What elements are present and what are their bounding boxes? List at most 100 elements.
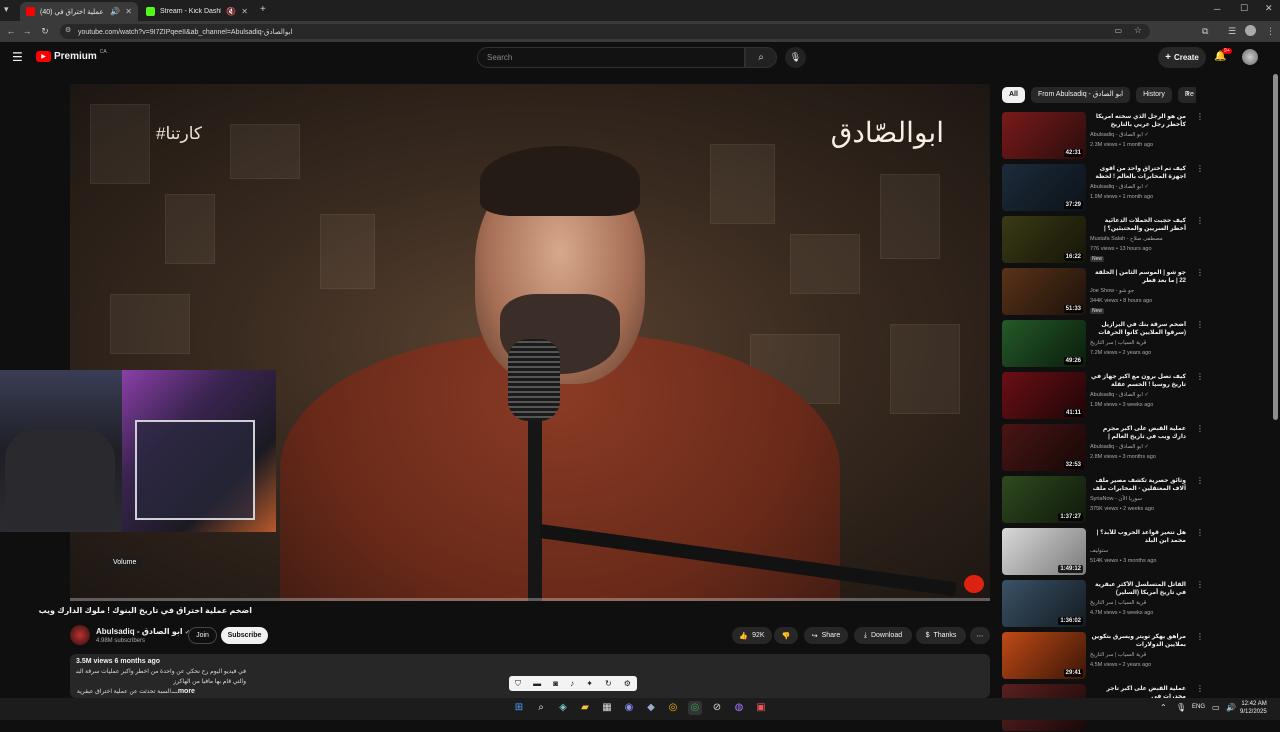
chips-next-chevron-icon[interactable]: › (1186, 88, 1189, 99)
dislike-button[interactable]: 👎 (774, 627, 798, 644)
video-thumbnail[interactable]: 42:31 (1002, 112, 1086, 159)
video-thumbnail[interactable]: 16:22 (1002, 216, 1086, 263)
maximize-window-icon[interactable]: ☐ (1240, 3, 1248, 14)
video-thumbnail[interactable]: 1:49:12 (1002, 528, 1086, 575)
search-input[interactable]: Search (477, 47, 745, 68)
folder-icon[interactable]: ▬ (533, 679, 541, 688)
more-actions-button[interactable]: ⋯ (970, 627, 990, 644)
chip-from-channel[interactable]: From Abulsadiq - ابو الصادق (1030, 87, 1131, 103)
site-info-icon[interactable]: ⚙ (65, 26, 71, 34)
more-options-icon[interactable]: ⋮ (1196, 684, 1204, 693)
steam-icon[interactable]: ◆ (644, 701, 658, 715)
show-more-link[interactable]: ...more (172, 688, 195, 695)
tab-search-icon[interactable]: ▾ (4, 4, 9, 15)
more-options-icon[interactable]: ⋮ (1196, 216, 1204, 225)
store-icon[interactable]: ▦ (600, 701, 614, 715)
bookmark-star-icon[interactable]: ☆ (1134, 25, 1142, 36)
close-window-icon[interactable]: ✕ (1265, 3, 1273, 14)
pin-icon[interactable]: ✦ (586, 679, 593, 688)
recommended-video-title[interactable]: عملية القبض على اكبر مجرم دارك ويب في تا… (1090, 425, 1186, 441)
recommended-video-title[interactable]: من هو الرجل الذي سخته امريكا كأخطر رجل ع… (1090, 113, 1186, 129)
download-button[interactable]: ⤓ Download (854, 627, 912, 644)
recommended-video[interactable]: 41:11 كيف تصل برون مع اكبر جهاز في تاريخ … (1002, 372, 1204, 420)
recommended-channel-name[interactable]: قرية السياب | سر التاريخ (1090, 652, 1146, 658)
video-thumbnail[interactable]: 51:33 (1002, 268, 1086, 315)
more-options-icon[interactable]: ⋮ (1196, 268, 1204, 277)
recommended-channel-name[interactable]: SyriaNow - سوريا الآن (1090, 496, 1142, 502)
sound-icon[interactable]: ♪ (570, 679, 574, 688)
video-thumbnail[interactable]: 29:41 (1002, 632, 1086, 679)
voice-search-button[interactable]: 🎙 (785, 47, 806, 68)
recommended-video-title[interactable]: كيف حجبت الحملات الدعائية أخطر السريين و… (1090, 217, 1186, 233)
recommended-video[interactable]: 42:31 من هو الرجل الذي سخته امريكا كأخطر … (1002, 112, 1204, 160)
profile-avatar[interactable] (1245, 25, 1256, 36)
recommended-channel-name[interactable]: Abulsadiq - ابو الصادق ✓ (1090, 184, 1149, 190)
recommended-video[interactable]: 29:41 مراهق يهكر تويتر ويسرق بتكوين بملاي… (1002, 632, 1204, 680)
recommended-video-title[interactable]: أضخم سرقة بنك في البرازيل (سرقوا الملايي… (1090, 321, 1186, 337)
more-options-icon[interactable]: ⋮ (1196, 372, 1204, 381)
refresh-icon[interactable]: ↻ (605, 679, 612, 688)
input-language[interactable]: ENG (1192, 704, 1205, 710)
shield-icon[interactable]: ⛉ (515, 679, 521, 689)
recommended-channel-name[interactable]: قرية السياب | سر التاريخ (1090, 600, 1146, 606)
more-options-icon[interactable]: ⋮ (1196, 164, 1204, 173)
search-button[interactable]: ⌕ (745, 47, 777, 68)
recommended-video-title[interactable]: كيف تصل برون مع اكبر جهاز في تاريخ روسيا… (1090, 373, 1186, 389)
recommended-channel-name[interactable]: Abulsadiq - ابو الصادق ✓ (1090, 444, 1149, 450)
recommended-video[interactable]: 51:33 جو شو | الموسم الثامن | الحلقة 22 |… (1002, 268, 1204, 316)
more-options-icon[interactable]: ⋮ (1196, 424, 1204, 433)
network-icon[interactable]: ▭ (1212, 703, 1220, 712)
browser-menu-icon[interactable]: ⋮ (1266, 26, 1275, 37)
more-options-icon[interactable]: ⋮ (1196, 320, 1204, 329)
new-tab-icon[interactable]: + (260, 4, 266, 15)
create-button[interactable]: + Create (1158, 47, 1206, 68)
recommended-video-title[interactable]: وثائق حصرية تكشف مصير ملف آلاف المعتقلين… (1090, 477, 1186, 493)
chrome-profile-icon[interactable]: ◎ (688, 701, 702, 715)
tray-mic-icon[interactable]: 🎙 (1176, 703, 1186, 712)
recommended-channel-name[interactable]: Abulsadiq - ابو الصادق ✓ (1090, 392, 1149, 398)
video-thumbnail[interactable]: 32:53 (1002, 424, 1086, 471)
more-options-icon[interactable]: ⋮ (1196, 528, 1204, 537)
account-avatar[interactable] (1242, 49, 1258, 65)
tab-close-icon[interactable]: ✕ (125, 7, 132, 16)
more-options-icon[interactable]: ⋮ (1196, 632, 1204, 641)
recommended-video-title[interactable]: كيف تم اختراق واحد من اقوى اجهزة المخابر… (1090, 165, 1186, 181)
tab-kick-dashboard[interactable]: Stream - Kick Dashboard 🔇 ✕ (140, 2, 254, 21)
recommended-channel-name[interactable]: Abulsadiq - ابو الصادق ✓ (1090, 132, 1149, 138)
channel-avatar[interactable] (70, 625, 90, 645)
chrome-icon[interactable]: ◎ (666, 701, 680, 715)
channel-watermark-icon[interactable] (964, 575, 984, 593)
chip-all[interactable]: All (1002, 87, 1025, 103)
more-options-icon[interactable]: ⋮ (1196, 476, 1204, 485)
cast-icon[interactable]: ▭ (1114, 26, 1122, 35)
thanks-button[interactable]: $ Thanks (916, 627, 966, 644)
app-tray-icon[interactable]: ▣ (754, 701, 768, 715)
volume-icon[interactable]: 🔊 (1226, 703, 1236, 712)
obs-icon[interactable]: ⊘ (710, 701, 724, 715)
video-thumbnail[interactable]: 37:29 (1002, 164, 1086, 211)
tab-audio-icon[interactable]: 🔊 (110, 7, 120, 16)
camera-icon[interactable]: ◙ (553, 679, 558, 688)
recommended-video[interactable]: 16:22 كيف حجبت الحملات الدعائية أخطر السر… (1002, 216, 1204, 264)
video-thumbnail[interactable]: 1:37:27 (1002, 476, 1086, 523)
recommended-video[interactable]: 1:36:02 القاتل المتسلسل الأكثر عبقرية في … (1002, 580, 1204, 628)
file-explorer-icon[interactable]: ▰ (578, 701, 592, 715)
taskbar-search-icon[interactable]: ⌕ (534, 701, 548, 715)
more-options-icon[interactable]: ⋮ (1196, 112, 1204, 121)
recommended-channel-name[interactable]: ستوليف (1090, 548, 1108, 554)
recommended-video-title[interactable]: هل تتغير قواعد الحروب للأبد؟ | محمد ابن … (1090, 529, 1186, 545)
tab-youtube[interactable]: (40) اضخم عملية اختراق في 🔊 ✕ (20, 2, 138, 21)
youtube-logo[interactable]: ▶ Premium CA (36, 49, 107, 62)
subscribe-button[interactable]: Subscribe (221, 627, 268, 644)
settings-icon[interactable]: ⚙ (624, 679, 631, 688)
video-thumbnail[interactable]: 41:11 (1002, 372, 1086, 419)
recommended-video[interactable]: 49:26 أضخم سرقة بنك في البرازيل (سرقوا ال… (1002, 320, 1204, 368)
recommended-video-title[interactable]: جو شو | الموسم الثامن | الحلقة 22 | ما ب… (1090, 269, 1186, 285)
join-button[interactable]: Join (188, 627, 217, 644)
recommended-video[interactable]: 37:29 كيف تم اختراق واحد من اقوى اجهزة ال… (1002, 164, 1204, 212)
page-scrollbar[interactable] (1273, 74, 1278, 420)
channel-name[interactable]: Abulsadiq - ابو الصادق ✔ (96, 627, 190, 636)
recommended-channel-name[interactable]: قرية السياب | سر التاريخ (1090, 340, 1146, 346)
address-bar[interactable]: ⚙ youtube.com/watch?v=9I7ZIPqeeII&ab_cha… (60, 24, 1150, 39)
tray-chevron-icon[interactable]: ⌃ (1160, 703, 1167, 712)
